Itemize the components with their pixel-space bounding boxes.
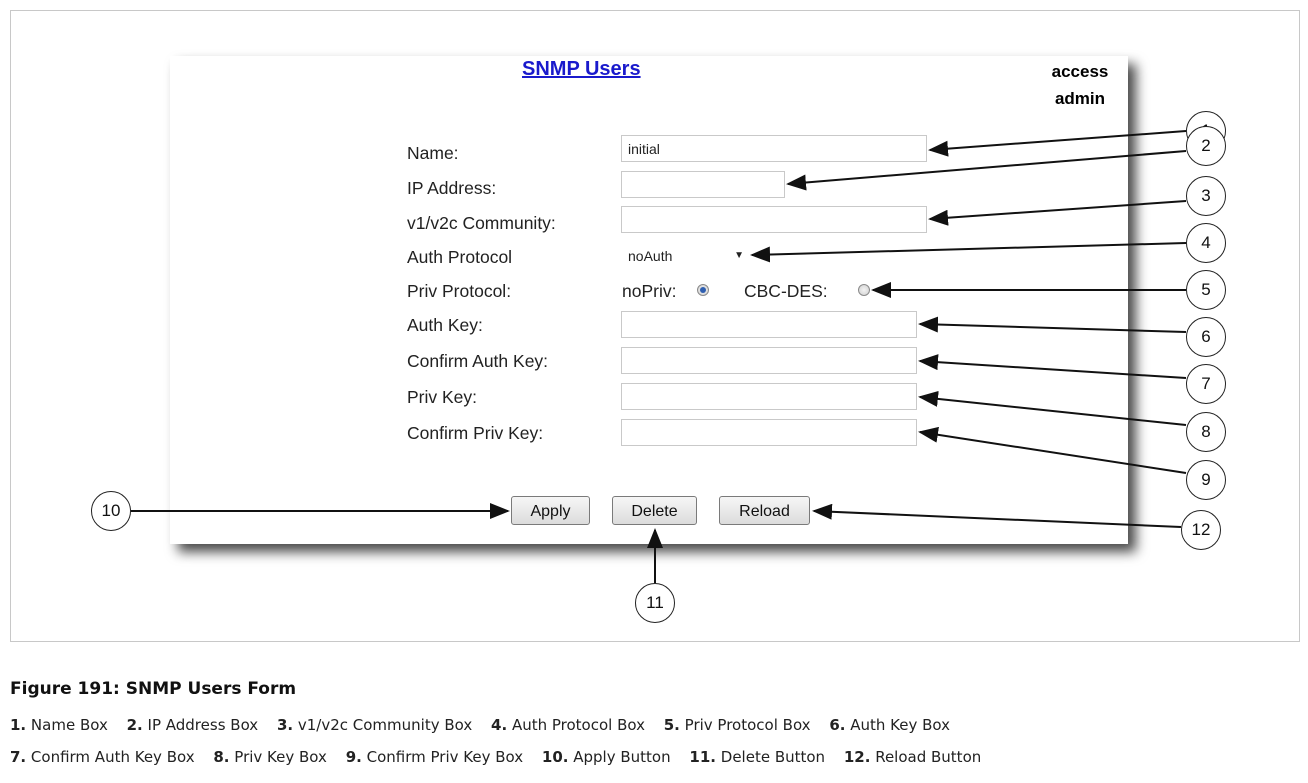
arrow-6 <box>918 316 1187 333</box>
callout-4: 4 <box>1186 223 1226 263</box>
legend-item: 5. Priv Protocol Box <box>663 716 811 734</box>
legend-line-2: 7. Confirm Auth Key Box 8. Priv Key Box … <box>10 748 995 766</box>
callout-arrows <box>131 130 1187 583</box>
arrow-3 <box>928 200 1187 226</box>
legend-line-1: 1. Name Box 2. IP Address Box 3. v1/v2c … <box>10 716 964 734</box>
legend-item: 2. IP Address Box <box>126 716 259 734</box>
legend-item: 9. Confirm Priv Key Box <box>345 748 524 766</box>
callout-6: 6 <box>1186 317 1226 357</box>
arrow-8 <box>918 390 1187 426</box>
legend-item: 11. Delete Button <box>689 748 826 766</box>
legend-item: 1. Name Box <box>10 716 108 734</box>
arrow-9 <box>918 426 1187 474</box>
callout-9: 9 <box>1186 460 1226 500</box>
figure-caption: Figure 191: SNMP Users Form <box>10 679 297 699</box>
callout-3: 3 <box>1186 176 1226 216</box>
legend-item: 4. Auth Protocol Box <box>491 716 645 734</box>
legend-item: 6. Auth Key Box <box>829 716 951 734</box>
legend-item: 10. Apply Button <box>541 748 671 766</box>
arrow-4 <box>750 242 1187 263</box>
legend-item: 8. Priv Key Box <box>213 748 327 766</box>
legend-item: 3. v1/v2c Community Box <box>276 716 473 734</box>
callout-12: 12 <box>1181 510 1221 550</box>
arrow-2 <box>786 150 1187 191</box>
callout-10: 10 <box>91 491 131 531</box>
legend-item: 12. Reload Button <box>843 748 982 766</box>
callout-11: 11 <box>635 583 675 623</box>
arrow-1 <box>928 130 1187 157</box>
legend-item: 7. Confirm Auth Key Box <box>10 748 195 766</box>
arrow-12 <box>812 503 1182 528</box>
callout-5: 5 <box>1186 270 1226 310</box>
callout-2: 2 <box>1186 126 1226 166</box>
callout-8: 8 <box>1186 412 1226 452</box>
callout-7: 7 <box>1186 364 1226 404</box>
arrow-7 <box>918 354 1187 379</box>
